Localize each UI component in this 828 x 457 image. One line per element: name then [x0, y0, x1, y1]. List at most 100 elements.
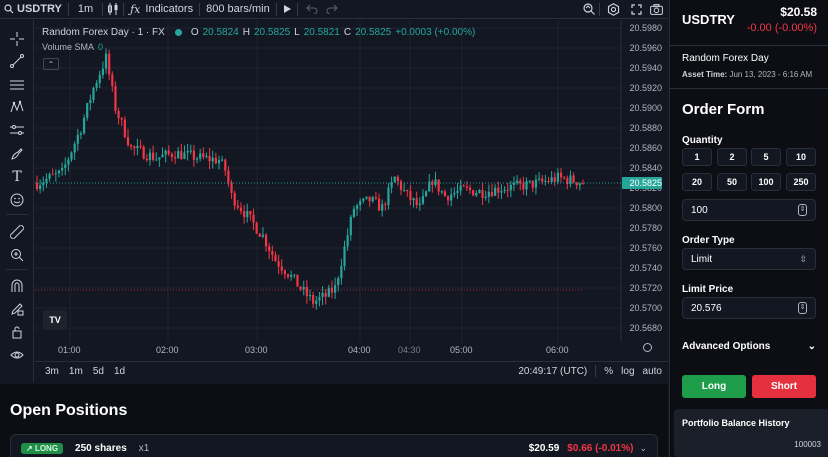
- position-row[interactable]: ↗ LONG 250 shares x1 $20.59 $0.66 (-0.01…: [10, 434, 658, 457]
- ruler-lines-icon: [10, 125, 24, 135]
- chart-canvas[interactable]: 20.5980 20.5960 20.5940 20.5920 20.5900 20.58…: [35, 20, 668, 342]
- interval-button[interactable]: 1m: [69, 0, 102, 19]
- limit-price-input[interactable]: 20.576 ⇕: [682, 297, 816, 319]
- candle-body: [221, 159, 224, 161]
- price-tick-label: 20.5780: [629, 223, 662, 233]
- short-button[interactable]: Short: [752, 375, 816, 398]
- time-axis[interactable]: 01:00 02:00 03:00 04:00 04:30 05:00 06:00: [35, 342, 668, 358]
- qty-preset-2[interactable]: 2: [717, 148, 747, 166]
- magnet-icon: [11, 279, 23, 292]
- candle-body: [57, 170, 61, 174]
- qty-preset-20[interactable]: 20: [682, 173, 712, 191]
- close-label: C: [343, 27, 352, 38]
- quantity-input[interactable]: 100 ⇕: [682, 199, 816, 221]
- play-button[interactable]: [277, 0, 297, 19]
- brush-tool[interactable]: [8, 145, 26, 163]
- redo-button[interactable]: [322, 0, 342, 19]
- qty-preset-100[interactable]: 100: [751, 173, 781, 191]
- candle-body: [271, 251, 274, 255]
- candle-body: [155, 159, 158, 161]
- fullscreen-button[interactable]: [626, 0, 646, 19]
- candle-body: [152, 152, 155, 160]
- symbol-label: USDTRY: [17, 3, 62, 15]
- play-icon: [283, 5, 291, 13]
- candle-body: [130, 145, 133, 147]
- chart-bottom-bar: 3m 1m 5d 1d 20:49:17 (UTC) % log auto: [35, 361, 668, 380]
- low-label: L: [294, 27, 300, 38]
- lock-drawings-tool[interactable]: [8, 323, 26, 341]
- fib-tool[interactable]: [8, 76, 26, 94]
- portfolio-history-value: 100003: [794, 440, 821, 449]
- screenshot-button[interactable]: [646, 0, 666, 19]
- order-type-select[interactable]: Limit ⇳: [682, 248, 816, 270]
- candle-body: [255, 222, 258, 234]
- pencil-lock-icon: [11, 303, 24, 316]
- undo-button[interactable]: [302, 0, 322, 19]
- candle-body: [54, 173, 57, 175]
- candle-body: [509, 184, 512, 191]
- qty-preset-1[interactable]: 1: [682, 148, 712, 166]
- trend-line-tool[interactable]: [8, 52, 26, 70]
- crosshair-tool[interactable]: [8, 30, 26, 48]
- collapse-legend-button[interactable]: ⌃: [43, 58, 59, 70]
- candle-body: [362, 198, 365, 201]
- chart-type-button[interactable]: [103, 0, 123, 19]
- positions-title: Open Positions: [10, 402, 128, 419]
- range-button-5d[interactable]: 5d: [88, 366, 109, 377]
- symbol-search-button[interactable]: USDTRY: [0, 0, 68, 19]
- range-button-1m[interactable]: 1m: [64, 366, 88, 377]
- open-positions-section: Open Positions ↗ LONG 250 shares x1 $20.…: [0, 384, 668, 457]
- chevron-down-icon[interactable]: ⌄: [639, 443, 647, 454]
- indicators-button[interactable]: ƒx Indicators: [124, 0, 199, 19]
- candle-body: [290, 275, 293, 277]
- qty-preset-250[interactable]: 250: [786, 173, 816, 191]
- change-value: +0.0003 (+0.00%): [395, 27, 476, 38]
- qty-preset-50[interactable]: 50: [717, 173, 747, 191]
- projection-tool[interactable]: [8, 121, 26, 139]
- candle-body: [494, 187, 497, 196]
- stay-drawing-tool[interactable]: [8, 300, 26, 318]
- percent-toggle[interactable]: %: [604, 366, 613, 377]
- time-axis-settings-icon[interactable]: [643, 343, 652, 352]
- range-button-1d[interactable]: 1d: [109, 366, 130, 377]
- candle-body: [312, 295, 315, 304]
- range-button-3m[interactable]: 3m: [35, 366, 64, 377]
- pattern-tool[interactable]: [8, 98, 26, 116]
- asset-time: Asset Time: Jun 13, 2023 - 6:16 AM: [682, 70, 812, 79]
- measure-tool[interactable]: [8, 223, 26, 241]
- text-icon: T: [12, 169, 22, 185]
- price-tick-label: 20.5740: [629, 263, 662, 273]
- position-shares: 250 shares: [75, 442, 127, 454]
- candle-body: [217, 160, 221, 164]
- candle-body: [578, 183, 581, 186]
- candle-body: [177, 151, 180, 159]
- utc-clock[interactable]: 20:49:17 (UTC): [518, 366, 587, 377]
- long-button[interactable]: Long: [682, 375, 746, 398]
- advanced-options-toggle[interactable]: Advanced Options ⌄: [682, 341, 816, 352]
- price-chart[interactable]: 20.5980 20.5960 20.5940 20.5920 20.5900 20.58…: [35, 20, 668, 342]
- zoom-tool[interactable]: [8, 246, 26, 264]
- log-toggle[interactable]: log: [621, 366, 634, 377]
- candle-body: [104, 53, 108, 69]
- auto-toggle[interactable]: auto: [643, 366, 662, 377]
- emoji-tool[interactable]: [8, 191, 26, 209]
- candle-body: [145, 158, 148, 161]
- qty-preset-5[interactable]: 5: [751, 148, 781, 166]
- settings-button[interactable]: [603, 0, 623, 19]
- chart-title: Random Forex Day · 1 · FX: [42, 27, 165, 38]
- candle-body: [396, 176, 399, 182]
- candle-body: [236, 205, 239, 208]
- candle-body: [528, 180, 531, 182]
- candle-body: [277, 261, 280, 267]
- stepper-icon[interactable]: ⇕: [798, 302, 807, 314]
- quick-search-button[interactable]: [579, 0, 599, 19]
- tradingview-logo[interactable]: TV: [43, 310, 67, 330]
- hide-drawings-tool[interactable]: [8, 346, 26, 364]
- text-tool[interactable]: T: [8, 168, 26, 186]
- qty-preset-10[interactable]: 10: [786, 148, 816, 166]
- divider: [599, 2, 600, 16]
- candle-body: [192, 150, 195, 160]
- stepper-icon[interactable]: ⇕: [798, 204, 807, 216]
- speed-button[interactable]: 800 bars/min: [200, 0, 276, 19]
- magnet-tool[interactable]: [8, 277, 26, 295]
